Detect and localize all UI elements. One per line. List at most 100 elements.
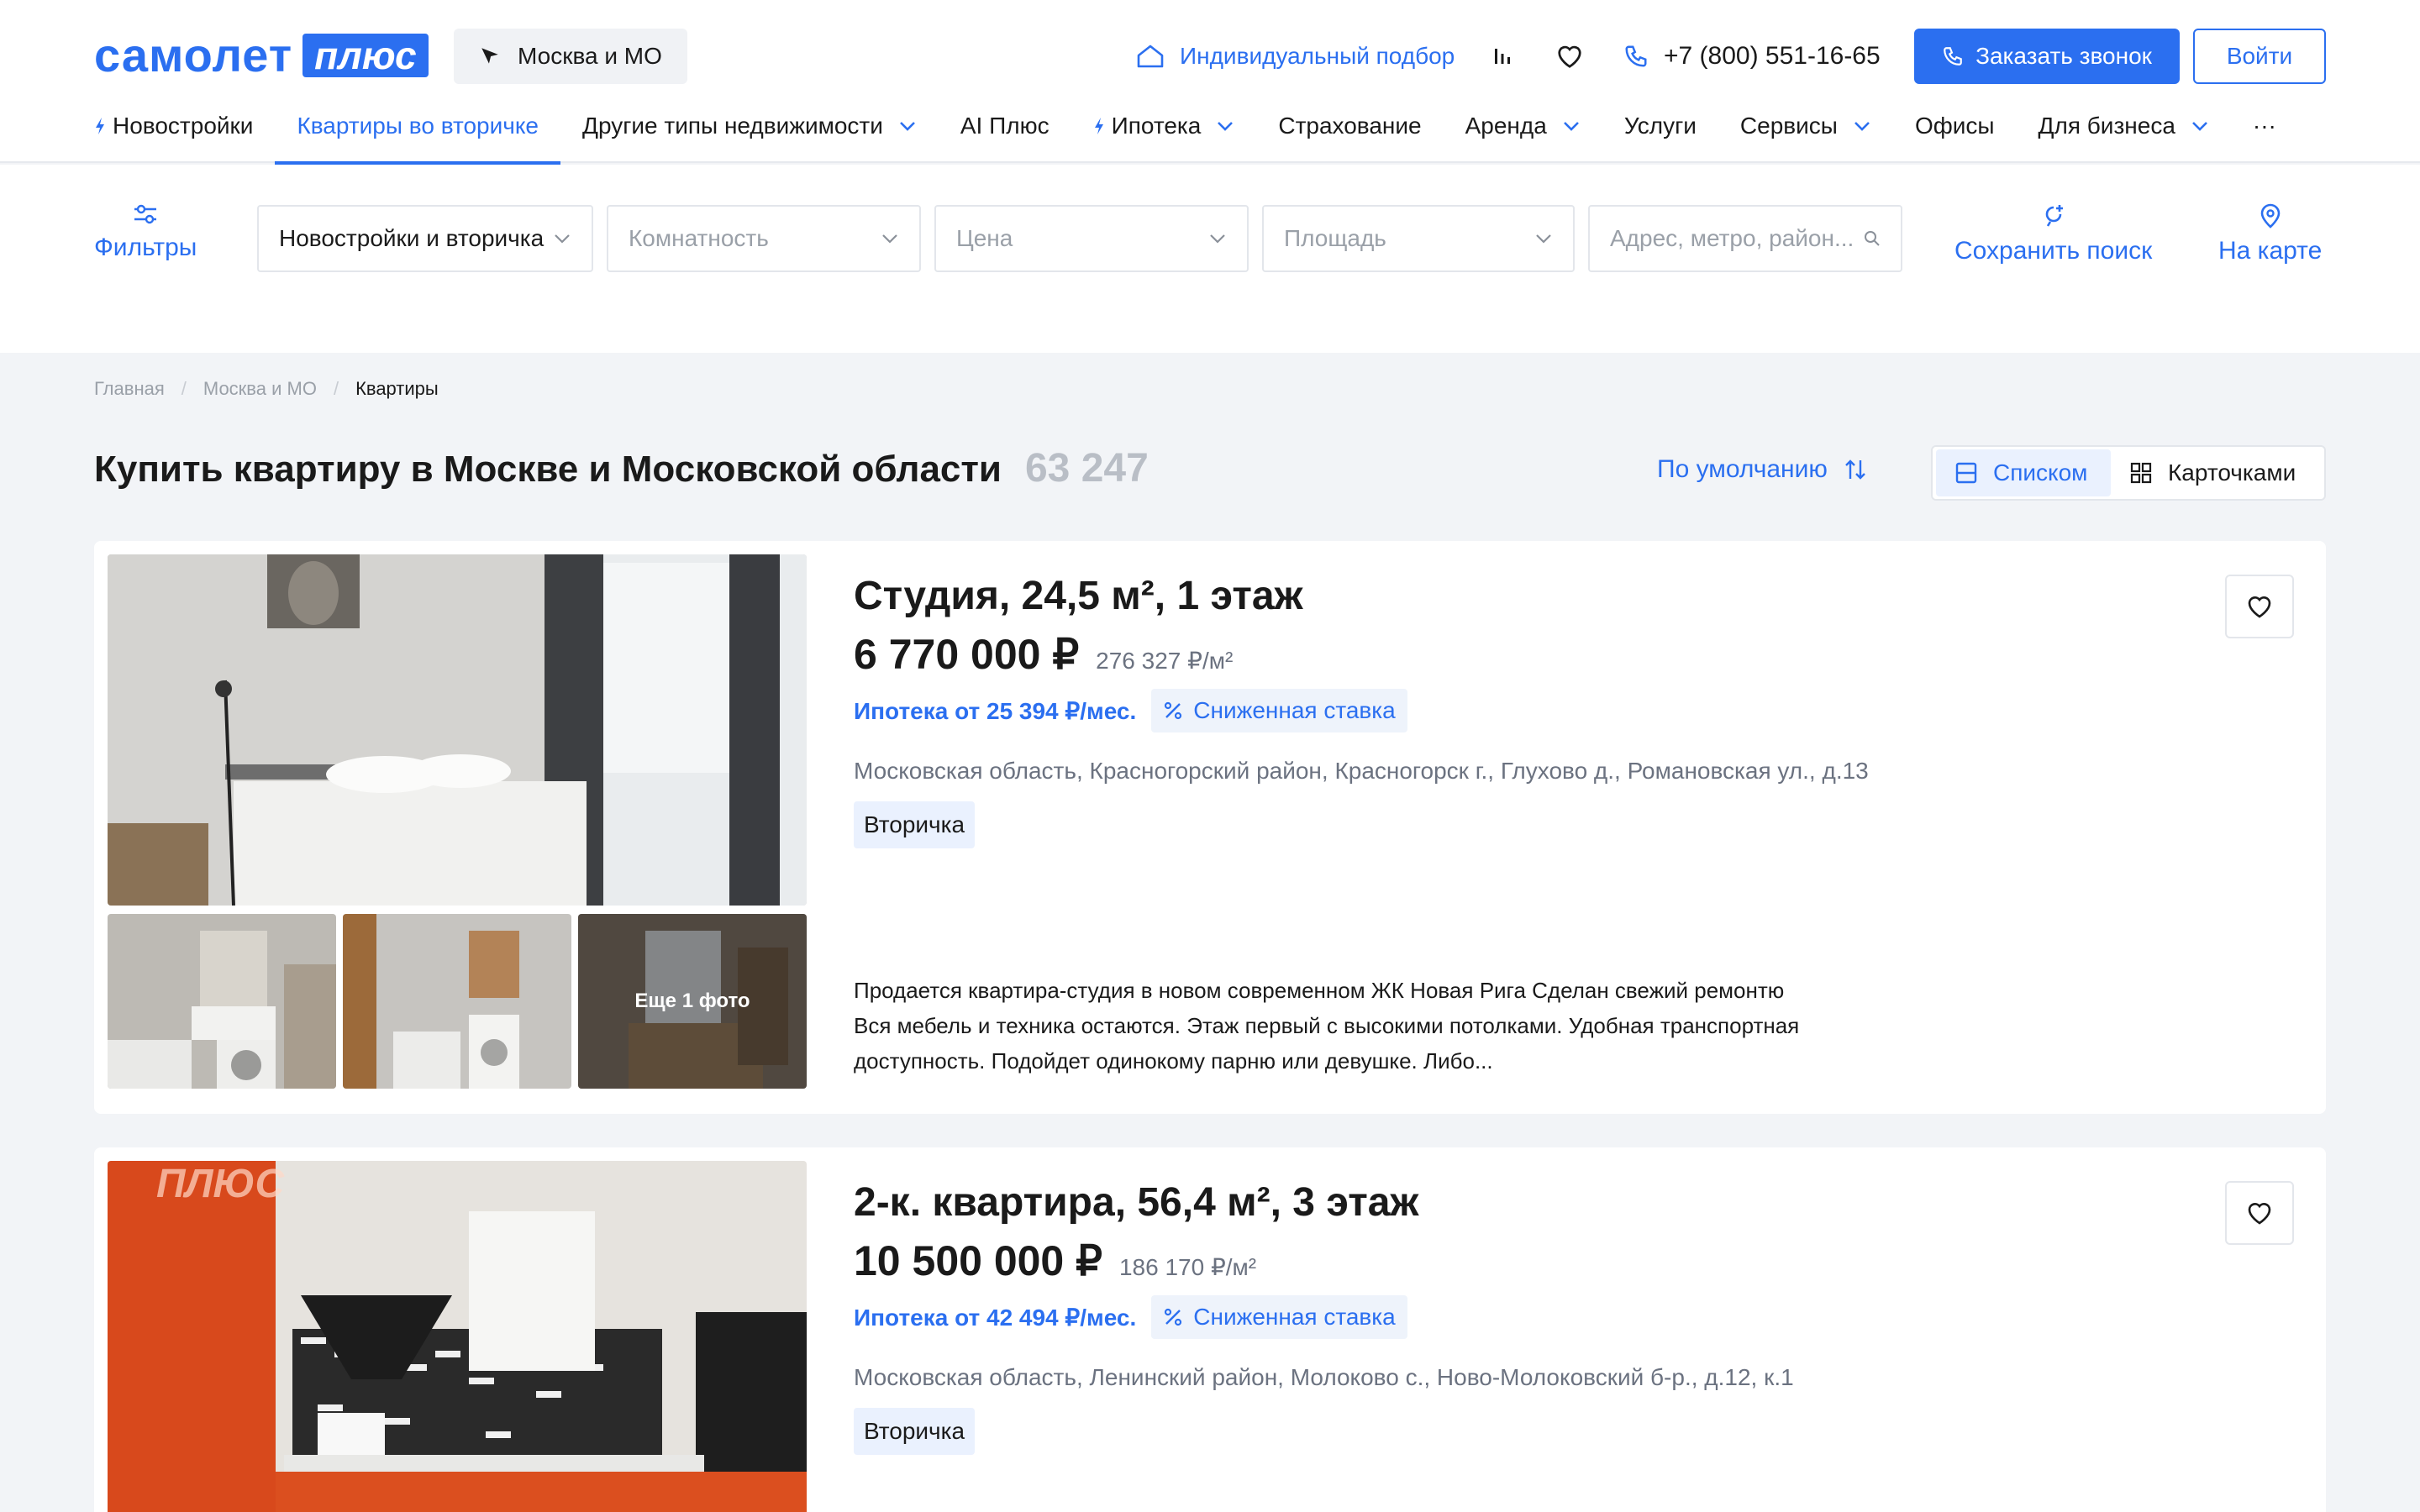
listing-thumb[interactable] bbox=[343, 914, 571, 1089]
phone-link[interactable]: +7 (800) 551-16-65 bbox=[1623, 29, 1881, 84]
percent-icon bbox=[1163, 701, 1193, 721]
house-icon bbox=[1136, 44, 1180, 69]
nav-item-services[interactable]: Услуги bbox=[1624, 109, 1697, 143]
order-call-button[interactable]: Заказать звонок bbox=[1914, 29, 2180, 84]
chevron-down-icon bbox=[2191, 120, 2209, 132]
mortgage-payment[interactable]: Ипотека от 25 394 ₽/мес. bbox=[854, 697, 1136, 725]
watermark: ПЛЮС bbox=[156, 1162, 285, 1206]
listing-title[interactable]: 2-к. квартира, 56,4 м², 3 этаж bbox=[854, 1179, 1418, 1226]
results-count: 63 247 bbox=[1024, 446, 1149, 491]
compare-button[interactable] bbox=[1486, 29, 1519, 84]
favorite-button[interactable] bbox=[2225, 1181, 2294, 1245]
sort-dropdown[interactable]: По умолчанию bbox=[1657, 455, 1868, 484]
filters-button[interactable]: Фильтры bbox=[94, 203, 197, 262]
view-list-label: Списком bbox=[1993, 459, 2088, 486]
nav-label: Другие типы недвижимости bbox=[581, 113, 883, 139]
sort-label: По умолчанию bbox=[1657, 455, 1828, 483]
chevron-down-icon bbox=[898, 120, 917, 132]
phone-icon bbox=[1623, 44, 1664, 69]
breadcrumb: Главная / Москва и МО / Квартиры bbox=[94, 378, 439, 400]
listing-price: 10 500 000 ₽ 186 170 ₽/м² bbox=[854, 1236, 1256, 1285]
listing-type-tag: Вторичка bbox=[854, 1408, 976, 1455]
listing-card[interactable]: Еще 1 фото Студия, 24,5 м², 1 этаж 6 770… bbox=[94, 541, 2326, 1114]
nav-item-business[interactable]: Для бизнеса bbox=[2039, 109, 2209, 143]
favorites-button[interactable] bbox=[1553, 29, 1586, 84]
listing-thumb[interactable] bbox=[108, 914, 336, 1089]
nav-item-insurance[interactable]: Страхование bbox=[1278, 109, 1421, 143]
logo-plus: плюс bbox=[302, 34, 429, 77]
listing-main-photo[interactable] bbox=[108, 554, 807, 906]
breadcrumb-region[interactable]: Москва и МО bbox=[203, 378, 317, 400]
chevron-down-icon bbox=[553, 233, 571, 244]
nav-label: Офисы bbox=[1914, 113, 1995, 139]
bolt-icon bbox=[1093, 117, 1105, 135]
price-select[interactable]: Цена bbox=[934, 205, 1249, 272]
sliders-icon bbox=[133, 203, 158, 234]
logo[interactable]: самолет плюс bbox=[94, 29, 429, 81]
region-selector[interactable]: Москва и МО bbox=[454, 29, 687, 84]
bolt-icon bbox=[94, 117, 106, 135]
view-list-button[interactable]: Списком bbox=[1936, 449, 2111, 496]
property-type-select[interactable]: Новостройки и вторичка bbox=[257, 205, 593, 272]
nav-item-new-buildings[interactable]: Новостройки bbox=[94, 109, 253, 143]
mortgage-info: Ипотека от 25 394 ₽/мес. Сниженная ставк… bbox=[854, 689, 1407, 732]
listing-title[interactable]: Студия, 24,5 м², 1 этаж bbox=[854, 573, 1303, 619]
nav-label: Аренда bbox=[1465, 113, 1547, 139]
listing-type-tag: Вторичка bbox=[854, 801, 976, 848]
list-view-icon bbox=[1954, 461, 1993, 485]
breadcrumb-separator: / bbox=[333, 378, 339, 399]
listing-thumb-more[interactable]: Еще 1 фото bbox=[578, 914, 807, 1089]
nav-label: Для бизнеса bbox=[2038, 113, 2175, 139]
listing-main-photo[interactable]: ПЛЮС bbox=[108, 1161, 807, 1512]
chevron-down-icon bbox=[881, 233, 899, 244]
page-title-text: Купить квартиру в Москве и Московской об… bbox=[94, 449, 1002, 490]
chevron-down-icon bbox=[1534, 233, 1553, 244]
nav-item-ai-plus[interactable]: AI Плюс bbox=[960, 109, 1050, 143]
nav-item-rent[interactable]: Аренда bbox=[1465, 109, 1581, 143]
listing-address: Московская область, Ленинский район, Мол… bbox=[854, 1364, 1794, 1390]
mortgage-payment[interactable]: Ипотека от 42 494 ₽/мес. bbox=[854, 1304, 1136, 1331]
address-placeholder: Адрес, метро, район... bbox=[1610, 225, 1854, 251]
save-search-button[interactable]: Сохранить поиск bbox=[1954, 203, 2152, 265]
price-per-m2: 276 327 ₽/м² bbox=[1096, 648, 1234, 674]
view-cards-button[interactable]: Карточками bbox=[2111, 449, 2314, 496]
favorite-button[interactable] bbox=[2225, 575, 2294, 638]
chevron-down-icon bbox=[1562, 120, 1581, 132]
nav-item-secondary[interactable]: Квартиры во вторичке bbox=[275, 109, 560, 165]
breadcrumb-home[interactable]: Главная bbox=[94, 378, 165, 400]
nav-label: Сервисы bbox=[1739, 113, 1838, 139]
listing-card[interactable]: ПЛЮС 2-к. квартира, 56,4 м², 3 этаж 10 5… bbox=[94, 1147, 2326, 1512]
nav-label: Ипотека bbox=[1111, 113, 1202, 139]
price-placeholder: Цена bbox=[956, 225, 1013, 251]
heart-icon bbox=[1555, 44, 1584, 69]
login-button[interactable]: Войти bbox=[2193, 29, 2326, 84]
location-arrow-icon bbox=[479, 45, 518, 67]
logo-word: самолет bbox=[94, 29, 293, 81]
map-view-button[interactable]: На карте bbox=[2218, 203, 2322, 265]
nav-label: Страхование bbox=[1278, 113, 1422, 139]
nav-item-other-types[interactable]: Другие типы недвижимости bbox=[582, 109, 917, 143]
rooms-select[interactable]: Комнатность bbox=[607, 205, 921, 272]
filters-label: Фильтры bbox=[94, 234, 197, 261]
nav-item-mortgage[interactable]: Ипотека bbox=[1093, 109, 1235, 143]
grid-view-icon bbox=[2129, 461, 2168, 485]
listing-address: Московская область, Красногорский район,… bbox=[854, 758, 1869, 784]
listing-price: 6 770 000 ₽ 276 327 ₽/м² bbox=[854, 630, 1233, 679]
nav-label: Услуги bbox=[1623, 113, 1697, 139]
individual-label: Индивидуальный подбор bbox=[1180, 43, 1455, 69]
reduced-rate-badge: Сниженная ставка bbox=[1151, 689, 1407, 732]
area-select[interactable]: Площадь bbox=[1262, 205, 1575, 272]
heart-icon bbox=[2246, 1200, 2273, 1226]
nav-label: Квартиры во вторичке bbox=[297, 113, 539, 139]
individual-selection-link[interactable]: Индивидуальный подбор bbox=[1136, 29, 1455, 84]
map-view-label: На карте bbox=[2218, 237, 2323, 265]
nav-item-offices[interactable]: Офисы bbox=[1915, 109, 1995, 143]
sort-arrows-icon bbox=[1828, 457, 1868, 482]
listing-description: Продается квартира-студия в новом соврем… bbox=[854, 978, 1800, 1074]
breadcrumb-separator: / bbox=[181, 378, 187, 399]
nav-item-tools[interactable]: Сервисы bbox=[1740, 109, 1871, 143]
address-search-input[interactable]: Адрес, метро, район... bbox=[1588, 205, 1902, 272]
phone-number: +7 (800) 551-16-65 bbox=[1664, 42, 1881, 70]
main-nav: Новостройки Квартиры во вторичке Другие … bbox=[94, 109, 2320, 165]
nav-more-button[interactable]: ··· bbox=[2253, 109, 2276, 143]
